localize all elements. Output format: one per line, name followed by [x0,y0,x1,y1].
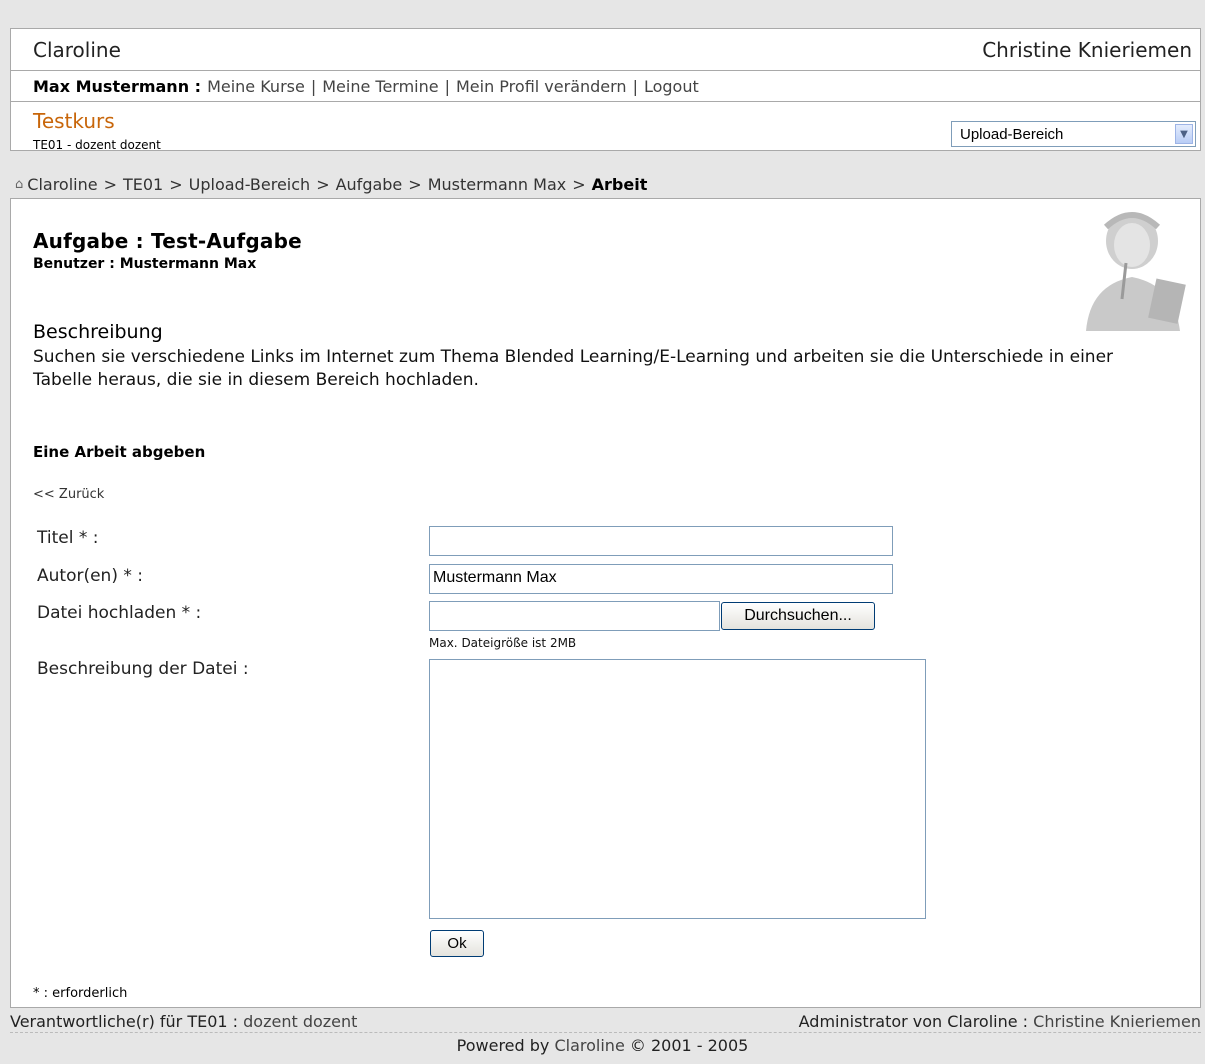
footer-responsible: Verantwortliche(r) für TE01 : dozent doz… [10,1012,357,1031]
header-box: Claroline Christine Knieriemen Max Muste… [10,28,1201,152]
file-description-textarea[interactable] [429,659,926,919]
breadcrumb-separator: > [169,174,183,194]
separator: | [310,76,317,96]
required-note: * : erforderlich [33,986,128,1001]
assignment-user: Benutzer : Mustermann Max [33,256,256,272]
user-label: Benutzer : [33,256,115,272]
breadcrumb-separator: > [316,174,330,194]
link-logout[interactable]: Logout [644,77,699,96]
separator: | [632,76,638,96]
description-heading: Beschreibung [33,321,163,343]
tool-select-value: Upload-Bereich [960,125,1064,143]
file-input[interactable] [429,601,720,631]
course-title[interactable]: Testkurs [33,109,115,133]
assignment-title: Aufgabe : Test-Aufgabe [33,229,302,253]
separator: | [444,76,450,96]
chevron-down-icon[interactable]: ▼ [1175,124,1193,144]
breadcrumb-item-assignment[interactable]: Aufgabe [336,175,403,194]
admin-label: Administrator von Claroline : [798,1012,1029,1031]
assignment-label: Aufgabe : [33,229,144,253]
footer-info: Verantwortliche(r) für TE01 : dozent doz… [10,1010,1201,1033]
course-subtitle: TE01 - dozent dozent [33,138,161,152]
user-value: Mustermann Max [119,256,257,272]
responsible-link[interactable]: dozent dozent [243,1012,357,1031]
site-name[interactable]: Claroline [33,38,121,62]
powered-prefix: Powered by [456,1036,550,1055]
footer-admin: Administrator von Claroline : Christine … [799,1012,1201,1031]
link-my-courses[interactable]: Meine Kurse [207,77,305,96]
breadcrumb: ⌂ Claroline > TE01 > Upload-Bereich > Au… [10,171,647,197]
home-icon: ⌂ [15,176,24,192]
browse-button[interactable]: Durchsuchen... [721,602,875,630]
breadcrumb-separator: > [408,174,422,194]
claroline-link[interactable]: Claroline [554,1036,624,1055]
ok-button[interactable]: Ok [430,930,484,957]
title-input[interactable] [429,526,893,556]
description-text: Suchen sie verschiedene Links im Interne… [33,347,1114,390]
breadcrumb-separator: > [103,174,117,194]
authors-label: Autor(en) * : [37,566,143,586]
authors-input[interactable]: Mustermann Max [429,564,893,594]
breadcrumb-item-course[interactable]: TE01 [123,175,163,194]
site-header: Claroline Christine Knieriemen [11,29,1200,70]
submit-heading: Eine Arbeit abgeben [33,443,206,461]
file-description-label: Beschreibung der Datei : [37,659,249,679]
institution-name[interactable]: Christine Knieriemen [982,38,1192,62]
breadcrumb-separator: > [572,174,586,194]
user-bar: Max Mustermann : Meine Kurse | Meine Ter… [11,70,1200,101]
back-link[interactable]: << Zurück [33,487,104,502]
breadcrumb-item-upload[interactable]: Upload-Bereich [189,175,311,194]
breadcrumb-current: Arbeit [591,174,648,194]
file-label: Datei hochladen * : [37,603,202,623]
link-edit-profile[interactable]: Mein Profil verändern [456,77,627,96]
assignment-name: Test-Aufgabe [151,229,302,253]
link-my-appointments[interactable]: Meine Termine [322,77,438,96]
copyright: © 2001 - 2005 [629,1036,749,1055]
responsible-label: Verantwortliche(r) für TE01 : [10,1012,239,1031]
breadcrumb-item-user[interactable]: Mustermann Max [428,175,567,194]
powered-by: Powered by Claroline © 2001 - 2005 [0,1036,1205,1055]
tool-select[interactable]: Upload-Bereich ▼ [951,121,1196,147]
claroline-logo-icon [1086,212,1186,331]
breadcrumb-item-claroline[interactable]: Claroline [27,175,97,194]
admin-link[interactable]: Christine Knieriemen [1033,1012,1201,1031]
max-size-hint: Max. Dateigröße ist 2MB [429,636,577,650]
course-bar: Testkurs TE01 - dozent dozent Upload-Ber… [11,101,1200,152]
title-label: Titel * : [37,528,99,548]
user-name: Max Mustermann : [33,76,202,96]
main-content: Aufgabe : Test-Aufgabe Benutzer : Muster… [10,198,1201,1008]
